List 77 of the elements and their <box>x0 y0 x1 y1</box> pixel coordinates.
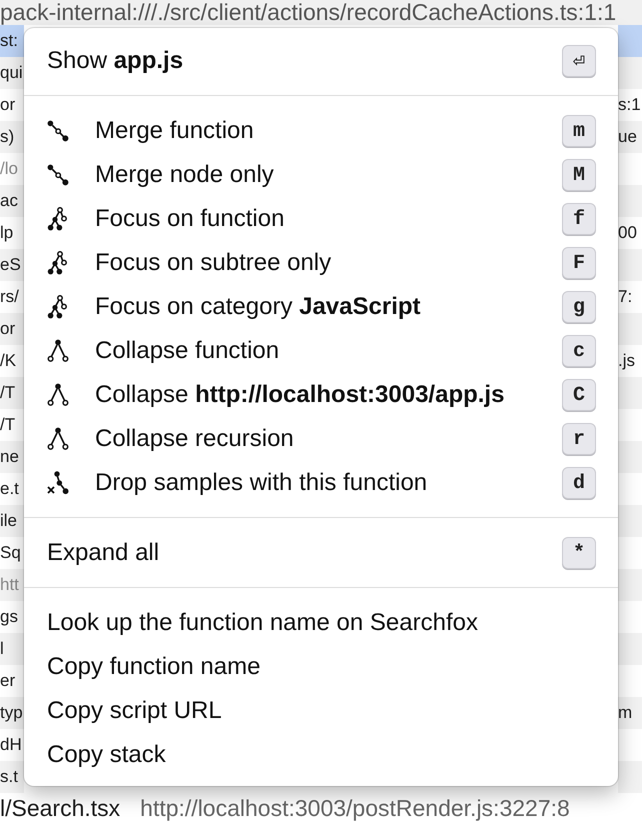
tree-row[interactable]: pack-internal:///./src/client/actions/recordCacheActions.ts:1:1 <box>0 0 642 25</box>
node-fork-icon <box>47 427 69 451</box>
menu-item[interactable]: Merge function m <box>24 109 618 153</box>
shortcut-key: m <box>562 115 596 147</box>
menu-item[interactable]: Copy script URL <box>24 689 618 733</box>
tree-row[interactable]: eS <box>0 249 24 281</box>
file-location-cell-text: s:1 <box>618 94 642 116</box>
node-fork-icon <box>47 339 69 363</box>
menu-item[interactable]: Merge node only M <box>24 153 618 197</box>
tree-row[interactable]: ac <box>0 185 24 217</box>
tree-row[interactable]: or <box>0 313 24 345</box>
tree-row[interactable]: /T <box>0 409 24 441</box>
tree-row[interactable]: l <box>0 633 24 665</box>
menu-item[interactable]: Expand all * <box>24 531 618 575</box>
shortcut-key: F <box>562 247 596 279</box>
menu-item[interactable]: Focus on subtree only F <box>24 241 618 285</box>
tree-row[interactable]: s) <box>0 121 24 153</box>
menu-item[interactable]: Look up the function name on Searchfox <box>24 601 618 645</box>
node-tree-icon <box>47 251 69 275</box>
tree-row[interactable]: Sq <box>0 537 24 569</box>
shortcut-key: r <box>562 423 596 455</box>
menu-item[interactable]: Focus on function f <box>24 197 618 241</box>
shortcut-key: M <box>562 159 596 191</box>
shortcut-key: ⏎ <box>562 45 596 77</box>
tree-row[interactable]: ne <box>0 441 24 473</box>
shortcut-key: d <box>562 467 596 499</box>
row-stripe <box>618 57 642 89</box>
tree-row[interactable]: /K <box>0 345 24 377</box>
tree-row[interactable]: st: <box>0 25 24 57</box>
row-stripe <box>618 185 642 217</box>
menu-item[interactable]: Copy stack <box>24 733 618 777</box>
shortcut-key: C <box>562 379 596 411</box>
row-stripe <box>618 25 642 57</box>
tree-row[interactable]: gs <box>0 601 24 633</box>
row-stripe <box>618 505 642 537</box>
node-chain-icon <box>47 163 69 187</box>
tree-row[interactable]: e.t <box>0 473 24 505</box>
file-location: http://localhost:3003/postRender.js:3227:8 <box>140 794 570 823</box>
cross-node-chain-icon <box>47 471 69 495</box>
menu-item[interactable]: Copy function name <box>24 645 618 689</box>
row-stripe <box>618 377 642 409</box>
row-stripe <box>618 441 642 473</box>
tree-row[interactable]: typ <box>0 697 24 729</box>
file-location-cell-text: 7: <box>618 286 634 308</box>
row-stripe <box>618 761 642 793</box>
node-chain-icon <box>47 119 69 143</box>
menu-item[interactable]: Show app.js ⏎ <box>24 39 618 83</box>
tree-row[interactable]: dH <box>0 729 24 761</box>
menu-item[interactable]: Focus on category JavaScript g <box>24 285 618 329</box>
row-stripe <box>618 249 642 281</box>
menu-item[interactable]: Collapse function c <box>24 329 618 373</box>
menu-item[interactable]: Drop samples with this function d <box>24 461 618 505</box>
file-location-cell-text: .js <box>618 350 636 372</box>
shortcut-key: f <box>562 203 596 235</box>
row-stripe <box>618 633 642 665</box>
shortcut-key: c <box>562 335 596 367</box>
file-location-cell: ue <box>618 121 642 153</box>
node-fork-icon <box>47 383 69 407</box>
node-tree-icon <box>47 295 69 319</box>
tree-row[interactable]: qui <box>0 57 24 89</box>
row-stripe <box>618 313 642 345</box>
tree-row[interactable]: or <box>0 89 24 121</box>
file-location-cell-text: 00 <box>618 222 638 244</box>
row-stripe <box>618 569 642 601</box>
tree-row[interactable]: rs/ <box>0 281 24 313</box>
tree-row[interactable]: er <box>0 665 24 697</box>
menu-item[interactable]: Collapse recursion r <box>24 417 618 461</box>
tree-row[interactable]: /T <box>0 377 24 409</box>
tree-row[interactable]: ile <box>0 505 24 537</box>
shortcut-key: * <box>562 537 596 569</box>
tree-row[interactable]: lp <box>0 217 24 249</box>
function-name: l/Search.tsx <box>0 794 120 823</box>
shortcut-key: g <box>562 291 596 323</box>
node-tree-icon <box>47 207 69 231</box>
tree-row[interactable]: s.t <box>0 761 24 793</box>
file-location-cell: m <box>618 697 642 729</box>
menu-item[interactable]: Collapse http://localhost:3003/app.js C <box>24 373 618 417</box>
